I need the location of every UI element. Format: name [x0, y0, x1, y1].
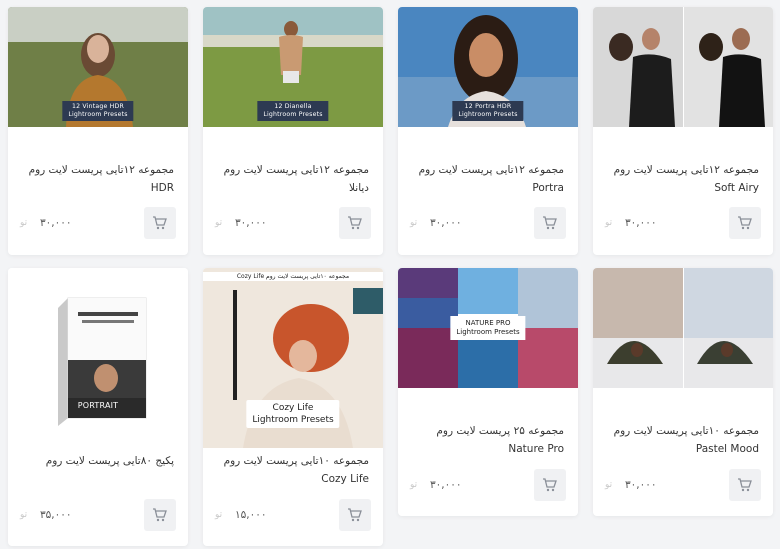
toman-icon: تو — [605, 480, 613, 490]
product-image[interactable]: NATURE PRO Lightroom Presets — [398, 268, 578, 388]
cart-icon — [348, 216, 362, 230]
image-header: مجموعه ۱۰تایی پریست لایت روم Cozy Life — [203, 272, 383, 281]
toman-icon: تو — [20, 218, 28, 228]
product-card[interactable]: NATURE PRO Lightroom Presets مجموعه ۲۵ پ… — [398, 268, 578, 516]
product-card[interactable]: مجموعه ۱۰تایی پریست لایت روم Pastel Mood… — [593, 268, 773, 516]
toman-icon: تو — [410, 218, 418, 228]
image-caption: 12 Dianella Lightroom Presets — [257, 101, 329, 121]
product-title[interactable]: پکیج ۸۰تایی پریست لایت روم — [22, 452, 174, 470]
image-caption: 12 Vintage HDR Lightroom Presets — [62, 101, 134, 121]
add-to-cart-button[interactable] — [534, 469, 566, 501]
cart-icon — [738, 478, 752, 492]
product-image[interactable]: 12 Vintage HDR Lightroom Presets — [8, 7, 188, 127]
cart-icon — [543, 216, 557, 230]
product-title[interactable]: مجموعه ۱۰تایی پریست لایت روم Cozy Life — [217, 452, 369, 488]
product-price: تو ۱۵,۰۰۰ — [215, 509, 267, 521]
image-caption: 12 Portra HDR Lightroom Presets — [452, 101, 524, 121]
product-title[interactable]: مجموعه ۲۵ پریست لایت روم Nature Pro — [412, 422, 564, 458]
product-price: تو ۳۰,۰۰۰ — [410, 479, 462, 491]
product-image[interactable] — [593, 268, 773, 388]
product-card[interactable]: مجموعه ۱۰تایی پریست لایت روم Cozy Life C… — [203, 268, 383, 546]
toman-icon: تو — [215, 218, 223, 228]
cart-icon — [153, 508, 167, 522]
add-to-cart-button[interactable] — [534, 207, 566, 239]
toman-icon: تو — [605, 218, 613, 228]
cart-icon — [153, 216, 167, 230]
product-image[interactable] — [593, 7, 773, 127]
image-caption: NATURE PRO Lightroom Presets — [450, 316, 526, 340]
product-image[interactable]: مجموعه ۱۰تایی پریست لایت روم Cozy Life C… — [203, 268, 383, 448]
cart-icon — [348, 508, 362, 522]
add-to-cart-button[interactable] — [729, 207, 761, 239]
product-title[interactable]: مجموعه ۱۰تایی پریست لایت روم Pastel Mood — [607, 422, 759, 458]
add-to-cart-button[interactable] — [729, 469, 761, 501]
product-card[interactable]: PORTRAIT پکیج ۸۰تایی پریست لایت روم تو ۳… — [8, 268, 188, 546]
product-image[interactable]: 12 Dianella Lightroom Presets — [203, 7, 383, 127]
add-to-cart-button[interactable] — [339, 207, 371, 239]
image-caption: PORTRAIT — [77, 401, 119, 410]
product-title[interactable]: مجموعه ۱۲تایی پریست لایت روم دیانلا — [217, 161, 369, 197]
product-price: تو ۳۰,۰۰۰ — [20, 217, 72, 229]
product-image[interactable]: PORTRAIT — [8, 268, 188, 448]
cart-icon — [738, 216, 752, 230]
product-price: تو ۳۰,۰۰۰ — [605, 479, 657, 491]
product-price: تو ۳۰,۰۰۰ — [215, 217, 267, 229]
toman-icon: تو — [410, 480, 418, 490]
product-card[interactable]: مجموعه ۱۲تایی پریست لایت روم Soft Airy ت… — [593, 7, 773, 255]
image-caption: Cozy Life Lightroom Presets — [246, 400, 340, 428]
toman-icon: تو — [215, 510, 223, 520]
product-title[interactable]: مجموعه ۱۲تایی پریست لایت روم Soft Airy — [607, 161, 759, 197]
add-to-cart-button[interactable] — [339, 499, 371, 531]
product-card[interactable]: 12 Dianella Lightroom Presets مجموعه ۱۲ت… — [203, 7, 383, 255]
toman-icon: تو — [20, 510, 28, 520]
product-title[interactable]: مجموعه ۱۲تایی پریست لایت روم HDR — [22, 161, 174, 197]
add-to-cart-button[interactable] — [144, 499, 176, 531]
add-to-cart-button[interactable] — [144, 207, 176, 239]
product-price: تو ۳۰,۰۰۰ — [410, 217, 462, 229]
product-price: تو ۳۰,۰۰۰ — [605, 217, 657, 229]
product-card[interactable]: 12 Vintage HDR Lightroom Presets مجموعه … — [8, 7, 188, 255]
product-card[interactable]: 12 Portra HDR Lightroom Presets مجموعه ۱… — [398, 7, 578, 255]
cart-icon — [543, 478, 557, 492]
product-price: تو ۳۵,۰۰۰ — [20, 509, 72, 521]
product-image[interactable]: 12 Portra HDR Lightroom Presets — [398, 7, 578, 127]
product-title[interactable]: مجموعه ۱۲تایی پریست لایت روم Portra — [412, 161, 564, 197]
